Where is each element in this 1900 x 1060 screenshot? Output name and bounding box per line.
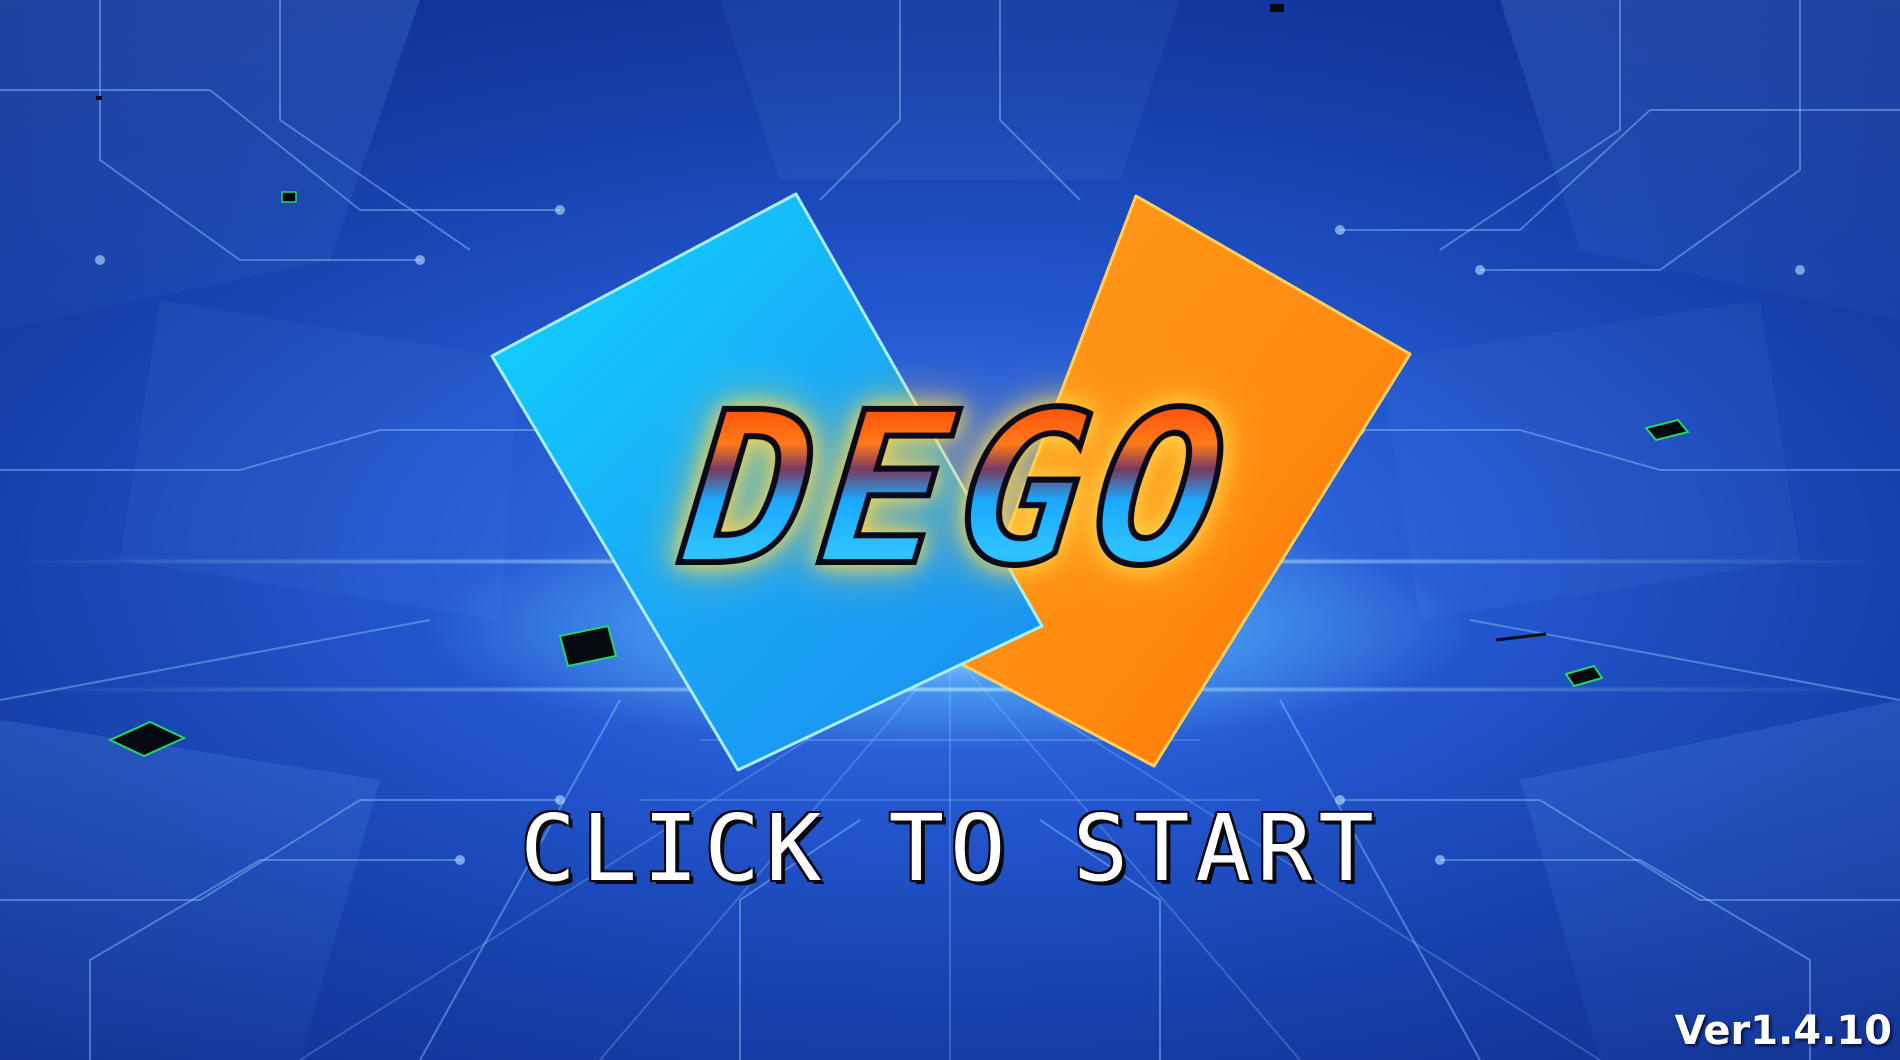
click-to-start-button[interactable]: CLICK TO START	[450, 795, 1450, 902]
logo-title: DEGO	[671, 364, 1248, 615]
logo-title-wrap: DEGO	[520, 360, 1400, 620]
title-screen[interactable]: DEGO CLICK TO START Ver1.4.10	[0, 0, 1900, 1060]
version-label: Ver1.4.10	[1674, 1008, 1892, 1054]
